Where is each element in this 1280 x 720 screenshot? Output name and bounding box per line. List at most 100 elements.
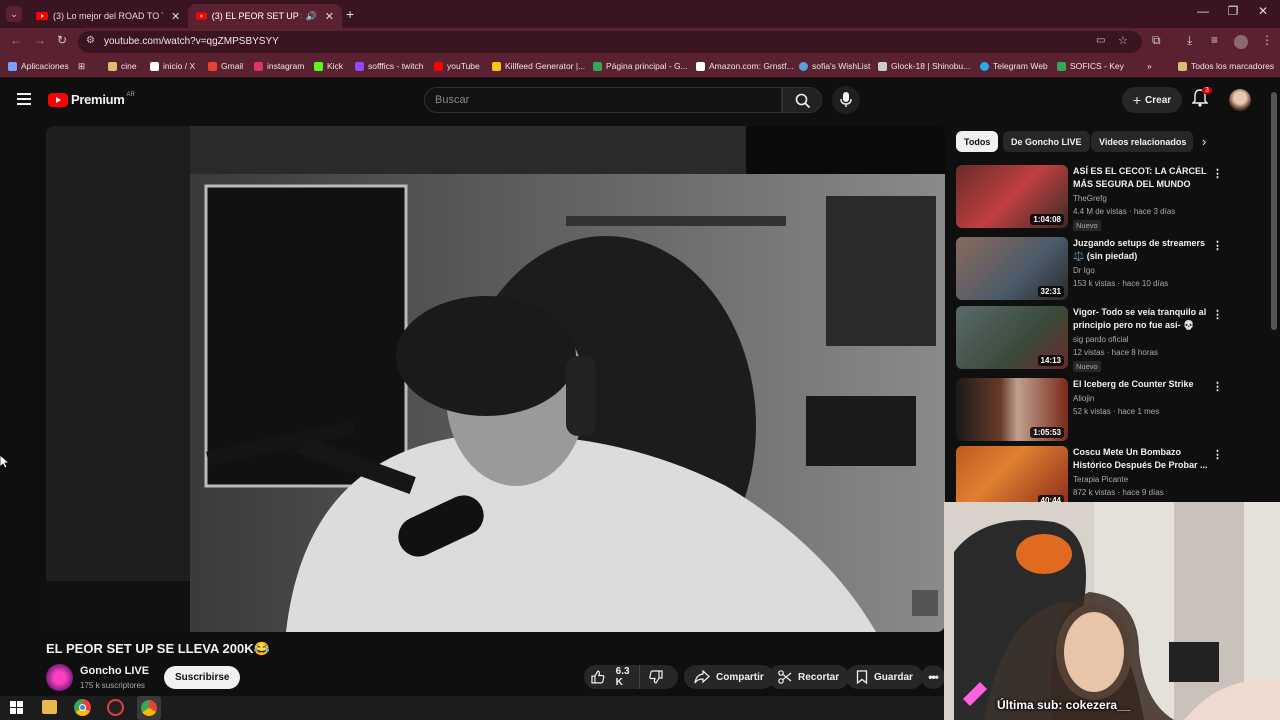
subscribe-button[interactable]: Suscribirse bbox=[164, 666, 241, 689]
recommendation-item[interactable]: 1:04:08 ASÍ ES EL CECOT: LA CÁRCEL MÁS S… bbox=[956, 165, 1256, 231]
recommendation-title[interactable]: ASÍ ES EL CECOT: LA CÁRCEL MÁS SEGURA DE… bbox=[1073, 165, 1213, 191]
chrome-menu-icon[interactable]: ⋮ bbox=[1261, 33, 1273, 47]
recommendation-channel[interactable]: TheGrefg bbox=[1073, 194, 1107, 203]
search-button[interactable] bbox=[782, 87, 822, 113]
more-vertical-icon[interactable]: ⋮ bbox=[1212, 308, 1223, 321]
more-actions-button[interactable]: ••• bbox=[921, 665, 945, 689]
recommendation-item[interactable]: 1:05:53 El Iceberg de Counter Strike Ali… bbox=[956, 378, 1256, 442]
video-thumbnail[interactable]: 14:13 bbox=[956, 306, 1068, 369]
more-vertical-icon[interactable]: ⋮ bbox=[1212, 448, 1223, 461]
recommendation-item[interactable]: 14:13 Vigor- Todo se veía tranquilo al p… bbox=[956, 306, 1256, 372]
bookmark-amazon[interactable]: Amazon.com: Grnstf... bbox=[696, 61, 794, 71]
scissors-icon bbox=[778, 670, 792, 684]
notifications-button[interactable]: 3 bbox=[1191, 87, 1212, 112]
video-thumbnail[interactable]: 1:05:53 bbox=[956, 378, 1068, 441]
chip-de-goncho-live[interactable]: De Goncho LIVE bbox=[1003, 131, 1090, 152]
instagram-icon bbox=[254, 61, 263, 71]
bookmark-sofics-key[interactable]: SOFICS - Key bbox=[1057, 61, 1124, 71]
channel-avatar[interactable] bbox=[46, 664, 73, 691]
bookmark-killfeed[interactable]: Killfeed Generator |... bbox=[492, 61, 585, 71]
page-scrollbar[interactable] bbox=[1271, 92, 1277, 330]
dislike-button[interactable] bbox=[640, 665, 678, 689]
downloads-icon[interactable]: ⤓ bbox=[1187, 33, 1192, 48]
search-input[interactable]: Buscar bbox=[424, 87, 782, 113]
tab-road-to-top[interactable]: (3) Lo mejor del ROAD TO TOP ✕ bbox=[28, 4, 188, 28]
recommendation-title[interactable]: Coscu Mete Un Bombazo Histórico Después … bbox=[1073, 446, 1213, 472]
chrome-active-taskbar-button[interactable] bbox=[137, 696, 161, 720]
bookmark-aplicaciones[interactable]: Aplicaciones bbox=[8, 61, 69, 71]
hamburger-menu-icon[interactable] bbox=[17, 93, 31, 105]
video-thumbnail[interactable]: 1:04:08 bbox=[956, 165, 1068, 228]
more-vertical-icon[interactable]: ⋮ bbox=[1212, 239, 1223, 252]
bookmark-all[interactable]: Todos los marcadores bbox=[1178, 61, 1274, 71]
chevron-right-icon[interactable]: › bbox=[1202, 134, 1206, 149]
video-duration: 14:13 bbox=[1037, 355, 1064, 366]
create-button[interactable]: + Crear bbox=[1122, 87, 1182, 113]
recommendation-title[interactable]: El Iceberg de Counter Strike bbox=[1073, 378, 1213, 391]
recommendation-item[interactable]: 32:31 Juzgando setups de streamers ⚖️ (s… bbox=[956, 237, 1256, 301]
recommendation-title[interactable]: Juzgando setups de streamers ⚖️ (sin pie… bbox=[1073, 237, 1213, 263]
bookmark-twitch[interactable]: sofffics - twitch bbox=[355, 61, 423, 71]
recommendation-meta: 872 k vistas · hace 9 días bbox=[1073, 488, 1164, 497]
video-thumbnail[interactable]: 32:31 bbox=[956, 237, 1068, 300]
tab-title: (3) Lo mejor del ROAD TO TOP bbox=[53, 11, 163, 21]
account-avatar[interactable] bbox=[1229, 89, 1251, 111]
chip-todos[interactable]: Todos bbox=[956, 131, 999, 152]
tab-peor-setup[interactable]: (3) EL PEOR SET UP SE LLEV 🔊 ✕ bbox=[188, 4, 342, 28]
clip-button[interactable]: Recortar bbox=[768, 665, 850, 689]
more-bookmarks-icon[interactable]: » bbox=[1147, 61, 1152, 71]
reading-list-icon[interactable]: ≡ bbox=[1211, 33, 1218, 47]
bookmark-instagram[interactable]: instagram bbox=[254, 61, 304, 71]
restore-icon[interactable]: ❐ bbox=[1218, 4, 1248, 18]
reload-icon[interactable]: ↻ bbox=[57, 33, 67, 47]
bookmark-wishlist[interactable]: sofia's WishList bbox=[799, 61, 870, 71]
bookmark-cine[interactable]: cine bbox=[108, 61, 137, 71]
more-vertical-icon[interactable]: ⋮ bbox=[1212, 167, 1223, 180]
recommendation-channel[interactable]: Dr Igo bbox=[1073, 266, 1095, 275]
file-explorer-icon[interactable] bbox=[42, 700, 57, 714]
bookmark-gmail[interactable]: Gmail bbox=[208, 61, 243, 71]
like-button[interactable]: 6.3 K bbox=[584, 665, 640, 689]
more-vertical-icon[interactable]: ⋮ bbox=[1212, 380, 1223, 393]
extensions-icon[interactable]: ⧉ bbox=[1152, 33, 1161, 48]
profile-avatar[interactable] bbox=[1234, 35, 1248, 49]
address-bar[interactable]: ⚙ youtube.com/watch?v=qgZMPSBYSYY ▭ ☆ bbox=[78, 31, 1142, 53]
recommendation-item[interactable]: 40:44 Coscu Mete Un Bombazo Histórico De… bbox=[956, 446, 1256, 510]
bookmark-x[interactable]: inicio / X bbox=[150, 61, 195, 71]
forward-icon[interactable]: → bbox=[34, 33, 46, 47]
tab-close-icon[interactable]: ✕ bbox=[171, 10, 180, 23]
bookmark-youtube[interactable]: youTube bbox=[434, 61, 480, 71]
back-icon[interactable]: ← bbox=[10, 33, 22, 47]
recommendation-title[interactable]: Vigor- Todo se veía tranquilo al princip… bbox=[1073, 306, 1213, 332]
save-button[interactable]: Guardar bbox=[846, 665, 923, 689]
new-tab-icon[interactable]: + bbox=[346, 6, 354, 22]
chip-videos-relacionados[interactable]: Videos relacionados bbox=[1091, 131, 1193, 152]
bookmark-pagina-principal[interactable]: Página principal - G... bbox=[593, 61, 688, 71]
video-player[interactable] bbox=[46, 126, 945, 632]
share-button[interactable]: Compartir bbox=[684, 665, 774, 689]
minimize-icon[interactable]: — bbox=[1188, 4, 1218, 18]
thumbs-up-icon bbox=[591, 670, 605, 684]
app-icon[interactable] bbox=[107, 699, 124, 716]
recommendation-channel[interactable]: sig pardo oficial bbox=[1073, 335, 1129, 344]
close-window-icon[interactable]: ✕ bbox=[1248, 4, 1278, 18]
voice-search-button[interactable] bbox=[832, 86, 860, 114]
chrome-icon[interactable] bbox=[74, 699, 91, 716]
bookmark-kick[interactable]: Kick bbox=[314, 61, 343, 71]
install-app-icon[interactable]: ▭ bbox=[1096, 35, 1105, 46]
killfeed-icon bbox=[492, 61, 501, 71]
video-thumbnail[interactable]: 40:44 bbox=[956, 446, 1068, 509]
recommendation-channel[interactable]: Terapia Picante bbox=[1073, 475, 1128, 484]
tab-groups-icon[interactable]: ⊞ bbox=[78, 61, 85, 72]
youtube-logo[interactable]: Premium AR bbox=[48, 92, 135, 107]
windows-start-icon[interactable] bbox=[10, 701, 23, 714]
audio-playing-icon[interactable]: 🔊 bbox=[306, 11, 317, 22]
bookmark-glock[interactable]: Glock-18 | Shinobu... bbox=[878, 61, 970, 71]
tab-search-button[interactable]: ⌄ bbox=[6, 6, 22, 22]
site-info-icon[interactable]: ⚙ bbox=[86, 35, 95, 46]
channel-name[interactable]: Goncho LIVE bbox=[80, 665, 149, 677]
bookmark-telegram[interactable]: Telegram Web bbox=[980, 61, 1048, 71]
recommendation-channel[interactable]: Aliojin bbox=[1073, 394, 1094, 403]
tab-close-icon[interactable]: ✕ bbox=[325, 10, 334, 23]
bookmark-star-icon[interactable]: ☆ bbox=[1118, 34, 1128, 47]
